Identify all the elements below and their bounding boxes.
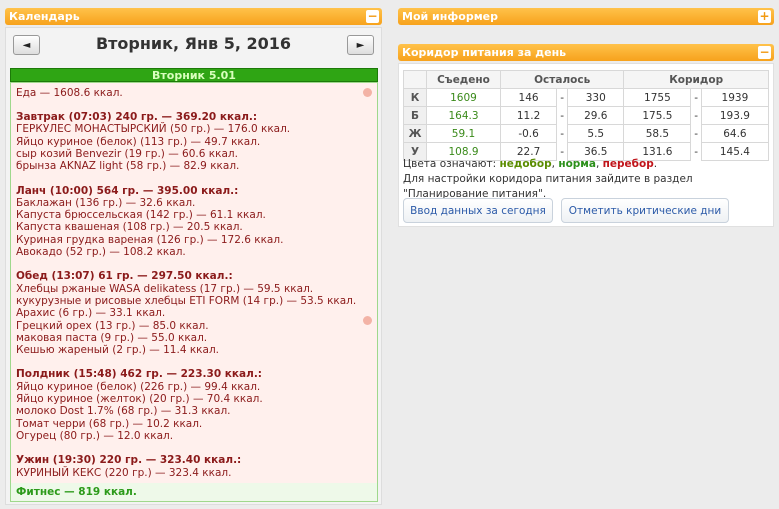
dash: - <box>560 109 565 122</box>
remain-max: 29.6 <box>567 106 625 125</box>
next-day-button[interactable]: ► <box>347 35 374 55</box>
legend-hint: Для настройки коридора питания зайдите в… <box>403 173 693 200</box>
food-item[interactable]: кукурузные и рисовые хлебцы ETI FORM (14… <box>16 295 356 307</box>
table-header: Осталось <box>499 70 625 89</box>
food-log: Еда — 1608.6 ккал. Завтрак (07:03) 240 г… <box>10 82 378 502</box>
table-header: Съедено <box>426 70 501 89</box>
corridor-max: 1939 <box>700 88 770 107</box>
food-item[interactable]: Авокадо (52 гр.) — 108.2 ккал. <box>16 246 186 258</box>
table-header <box>403 70 427 89</box>
calendar-panel: ◄ Вторник, Янв 5, 2016 ► Вторник 5.01 Ед… <box>5 27 382 505</box>
dash: - <box>694 127 699 140</box>
food-item[interactable]: Хлебцы ржаные WASA delikatess (17 гр.) —… <box>16 283 313 295</box>
food-item[interactable]: Яйцо куриное (белок) (226 гр.) — 99.4 кк… <box>16 381 260 393</box>
food-item[interactable]: КУРИНЫЙ КЕКС (220 гр.) — 323.4 ккал. <box>16 467 231 479</box>
food-item[interactable]: Баклажан (136 гр.) — 32.6 ккал. <box>16 197 195 209</box>
legend-prefix: Цвета означают: <box>403 158 497 170</box>
food-item[interactable]: Грецкий орех (13 гр.) — 85.0 ккал. <box>16 320 209 332</box>
dash: - <box>560 91 565 104</box>
legend: Цвета означают: недобор, норма, перебор.… <box>403 158 693 200</box>
table-row: Б 164.3 11.2-29.6 175.5-193.9 <box>403 106 770 125</box>
legend-under: недобор <box>499 158 552 170</box>
legend-over: перебор <box>602 158 654 170</box>
informer-title: Мой информер <box>402 10 499 23</box>
row-label: Б <box>403 106 427 125</box>
food-item[interactable]: Кешью жареный (2 гр.) — 11.4 ккал. <box>16 344 219 356</box>
food-item[interactable]: Яйцо куриное (белок) (113 гр.) — 49.7 кк… <box>16 136 260 148</box>
meal-header: Завтрак (07:03) 240 гр. — 369.20 ккал.: <box>16 111 258 123</box>
corridor-title: Коридор питания за день <box>402 46 567 59</box>
corridor-max: 193.9 <box>700 106 770 125</box>
fitness-total: Фитнес — 819 ккал. <box>16 486 137 498</box>
food-item[interactable]: Яйцо куриное (желток) (20 гр.) — 70.4 кк… <box>16 393 263 405</box>
meal-header: Обед (13:07) 61 гр. — 297.50 ккал.: <box>16 270 233 283</box>
calendar-header: Календарь − <box>5 8 382 25</box>
food-item[interactable]: сыр козий Benvezir (19 гр.) — 60.6 ккал. <box>16 148 238 160</box>
decor-icon <box>363 316 372 325</box>
dash: - <box>560 127 565 140</box>
food-item[interactable]: молоко Dost 1.7% (68 гр.) — 31.3 ккал. <box>16 405 231 417</box>
prev-day-button[interactable]: ◄ <box>13 35 40 55</box>
corridor-header: Коридор питания за день − <box>398 44 774 61</box>
table-row: К 1609 146-330 1755-1939 <box>403 88 770 107</box>
enter-today-button[interactable]: Ввод данных за сегодня <box>403 198 553 223</box>
dash: - <box>694 91 699 104</box>
remain-min: -0.6 <box>499 124 558 143</box>
calendar-title: Календарь <box>9 10 80 23</box>
remain-min: 11.2 <box>499 106 558 125</box>
food-item[interactable]: ГЕРКУЛЕС МОНАСТЫРСКИЙ (50 гр.) — 176.0 к… <box>16 123 290 135</box>
critical-days-button[interactable]: Отметить критические дни <box>561 198 729 223</box>
date-title: Вторник, Янв 5, 2016 <box>95 34 292 53</box>
corridor-min: 175.5 <box>623 106 692 125</box>
food-item[interactable]: Огурец (80 гр.) — 12.0 ккал. <box>16 430 173 442</box>
row-label: Ж <box>403 124 427 143</box>
dash: - <box>694 109 699 122</box>
row-label: К <box>403 88 427 107</box>
eaten-value: 59.1 <box>426 124 501 143</box>
decor-icon <box>363 88 372 97</box>
remain-min: 146 <box>499 88 558 107</box>
eaten-value: 1609 <box>426 88 501 107</box>
corridor-min: 58.5 <box>623 124 692 143</box>
food-item[interactable]: маковая паста (9 гр.) — 55.0 ккал. <box>16 332 207 344</box>
food-item[interactable]: Капуста квашеная (108 гр.) — 20.5 ккал. <box>16 221 243 233</box>
table-row: Ж 59.1 -0.6-5.5 58.5-64.6 <box>403 124 770 143</box>
food-item[interactable]: Куриная грудка вареная (126 гр.) — 172.6… <box>16 234 283 246</box>
corridor-collapse-button[interactable]: − <box>758 46 771 59</box>
meal-header: Ужин (19:30) 220 гр. — 323.40 ккал.: <box>16 454 242 467</box>
meal-header: Ланч (10:00) 564 гр. — 395.00 ккал.: <box>16 184 239 197</box>
food-total: Еда — 1608.6 ккал. <box>16 87 123 99</box>
food-item[interactable]: Томат черри (68 гр.) — 10.2 ккал. <box>16 418 202 430</box>
fitness-bar: Фитнес — 819 ккал. <box>11 483 377 501</box>
food-item[interactable]: Капуста брюссельская (142 гр.) — 61.1 кк… <box>16 209 266 221</box>
table-header: Коридор <box>623 70 769 89</box>
food-item[interactable]: Арахис (6 гр.) — 33.1 ккал. <box>16 307 165 319</box>
eaten-value: 164.3 <box>426 106 501 125</box>
remain-max: 330 <box>567 88 625 107</box>
corridor-max: 64.6 <box>700 124 770 143</box>
informer-header: Мой информер + <box>398 8 774 25</box>
food-item[interactable]: брынза AKNAZ light (58 гр.) — 82.9 ккал. <box>16 160 239 172</box>
meal-header: Полдник (15:48) 462 гр. — 223.30 ккал.: <box>16 368 263 381</box>
corridor-panel: Съедено Осталось Коридор К 1609 146-330 175… <box>398 63 774 227</box>
informer-expand-button[interactable]: + <box>758 10 771 23</box>
remain-max: 5.5 <box>567 124 625 143</box>
corridor-table: Съедено Осталось Коридор К 1609 146-330 175… <box>403 70 770 161</box>
corridor-min: 1755 <box>623 88 692 107</box>
calendar-collapse-button[interactable]: − <box>366 10 379 23</box>
legend-norm: норма <box>558 158 596 170</box>
day-bar[interactable]: Вторник 5.01 <box>10 68 378 82</box>
